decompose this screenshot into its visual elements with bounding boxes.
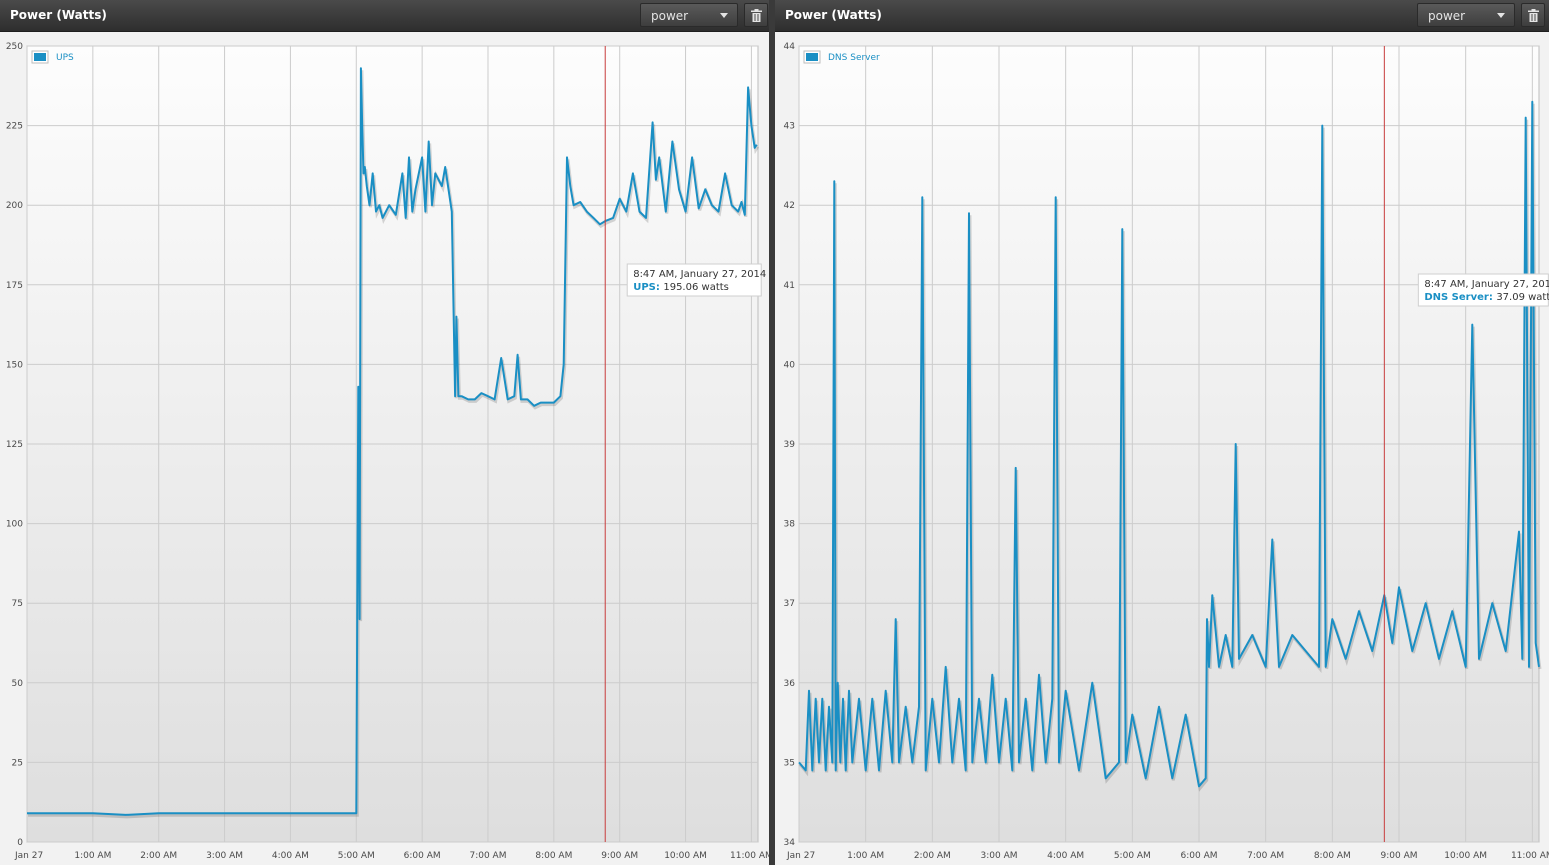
x-tick-label: 7:00 AM bbox=[469, 851, 506, 861]
x-tick-label: 11:00 AM bbox=[1511, 851, 1549, 861]
tooltip-value-line: DNS Server: 37.09 watts bbox=[1424, 292, 1549, 303]
hover-tooltip: 8:47 AM, January 27, 2014 DNS Server: 37.… bbox=[1417, 273, 1549, 307]
metric-select-value: power bbox=[1428, 9, 1466, 23]
delete-panel-button[interactable] bbox=[1521, 3, 1545, 27]
y-tick-label: 40 bbox=[784, 360, 796, 370]
y-tick-label: 125 bbox=[6, 440, 23, 450]
x-tick-label: 11:00 AM bbox=[730, 851, 769, 861]
tooltip-value: 195.06 watts bbox=[663, 282, 729, 293]
tooltip-series: UPS: bbox=[633, 282, 663, 293]
y-tick-label: 250 bbox=[6, 42, 23, 52]
metric-select-value: power bbox=[651, 9, 689, 23]
x-tick-label: Jan 27 bbox=[14, 851, 43, 861]
trash-icon bbox=[1528, 9, 1539, 22]
x-tick-label: 9:00 AM bbox=[1381, 851, 1418, 861]
y-tick-label: 175 bbox=[6, 281, 23, 291]
legend-swatch bbox=[806, 53, 818, 61]
y-tick-label: 34 bbox=[784, 838, 796, 848]
y-tick-label: 39 bbox=[784, 440, 796, 450]
x-tick-label: 6:00 AM bbox=[404, 851, 441, 861]
y-tick-label: 42 bbox=[784, 201, 795, 211]
x-tick-label: 4:00 AM bbox=[1047, 851, 1084, 861]
x-tick-label: 4:00 AM bbox=[272, 851, 309, 861]
legend-label: DNS Server bbox=[828, 53, 880, 63]
x-tick-label: 1:00 AM bbox=[74, 851, 111, 861]
x-tick-label: 5:00 AM bbox=[338, 851, 375, 861]
metric-select[interactable]: power bbox=[1417, 3, 1515, 27]
hover-tooltip: 8:47 AM, January 27, 2014 UPS: 195.06 wat… bbox=[626, 263, 766, 297]
y-tick-label: 37 bbox=[784, 599, 795, 609]
trash-icon bbox=[751, 9, 762, 22]
x-tick-label: 10:00 AM bbox=[1444, 851, 1487, 861]
right-panel: Power (Watts) power 34 35 36 37 38 39 40 41 42 43… bbox=[775, 0, 1549, 865]
y-tick-label: 35 bbox=[784, 758, 795, 768]
x-tick-label: 2:00 AM bbox=[914, 851, 951, 861]
y-tick-label: 150 bbox=[6, 360, 23, 370]
delete-panel-button[interactable] bbox=[744, 3, 768, 27]
x-tick-label: Jan 27 bbox=[786, 851, 815, 861]
legend-label: UPS bbox=[56, 53, 74, 63]
x-tick-label: 5:00 AM bbox=[1114, 851, 1151, 861]
chevron-down-icon bbox=[1497, 13, 1505, 18]
tooltip-series: DNS Server: bbox=[1424, 292, 1496, 303]
panel-title: Power (Watts) bbox=[10, 8, 107, 22]
tooltip-value-line: UPS: 195.06 watts bbox=[633, 282, 729, 293]
y-tick-label: 225 bbox=[6, 122, 23, 132]
left-panel: Power (Watts) power 0 25 50 75 100 125 150 175 2… bbox=[0, 0, 769, 865]
y-tick-label: 38 bbox=[784, 520, 796, 530]
tooltip-value: 37.09 watts bbox=[1496, 292, 1549, 303]
y-tick-label: 25 bbox=[12, 758, 23, 768]
x-tick-label: 2:00 AM bbox=[140, 851, 177, 861]
y-tick-label: 200 bbox=[6, 201, 23, 211]
x-tick-label: 3:00 AM bbox=[206, 851, 243, 861]
metric-select[interactable]: power bbox=[640, 3, 738, 27]
y-tick-label: 75 bbox=[12, 599, 23, 609]
panel-title: Power (Watts) bbox=[785, 8, 882, 22]
tooltip-date: 8:47 AM, January 27, 2014 bbox=[633, 269, 766, 280]
dns-server-power-chart: 34 35 36 37 38 39 40 41 42 43 44 Jan 27 1:00 AM 2:00 … bbox=[784, 42, 1549, 861]
y-tick-label: 41 bbox=[784, 281, 795, 291]
x-tick-label: 9:00 AM bbox=[601, 851, 638, 861]
y-tick-label: 50 bbox=[12, 679, 24, 689]
x-tick-label: 10:00 AM bbox=[664, 851, 707, 861]
x-tick-label: 8:00 AM bbox=[1314, 851, 1351, 861]
panel-header: Power (Watts) power bbox=[0, 0, 769, 32]
tooltip-date: 8:47 AM, January 27, 2014 bbox=[1424, 279, 1549, 290]
x-tick-label: 1:00 AM bbox=[847, 851, 884, 861]
x-tick-label: 6:00 AM bbox=[1181, 851, 1218, 861]
x-tick-label: 3:00 AM bbox=[981, 851, 1018, 861]
legend: DNS Server bbox=[803, 50, 880, 64]
x-tick-label: 8:00 AM bbox=[535, 851, 572, 861]
legend-swatch bbox=[34, 53, 46, 61]
panel-header: Power (Watts) power bbox=[775, 0, 1549, 32]
y-tick-label: 43 bbox=[784, 122, 795, 132]
y-tick-label: 36 bbox=[784, 679, 796, 689]
chevron-down-icon bbox=[720, 13, 728, 18]
y-tick-label: 44 bbox=[784, 42, 796, 52]
y-tick-label: 0 bbox=[17, 838, 23, 848]
y-tick-label: 100 bbox=[6, 520, 23, 530]
x-tick-label: 7:00 AM bbox=[1247, 851, 1284, 861]
ups-power-chart: 0 25 50 75 100 125 150 175 200 225 250 Jan 27 1:00 A… bbox=[6, 42, 769, 861]
